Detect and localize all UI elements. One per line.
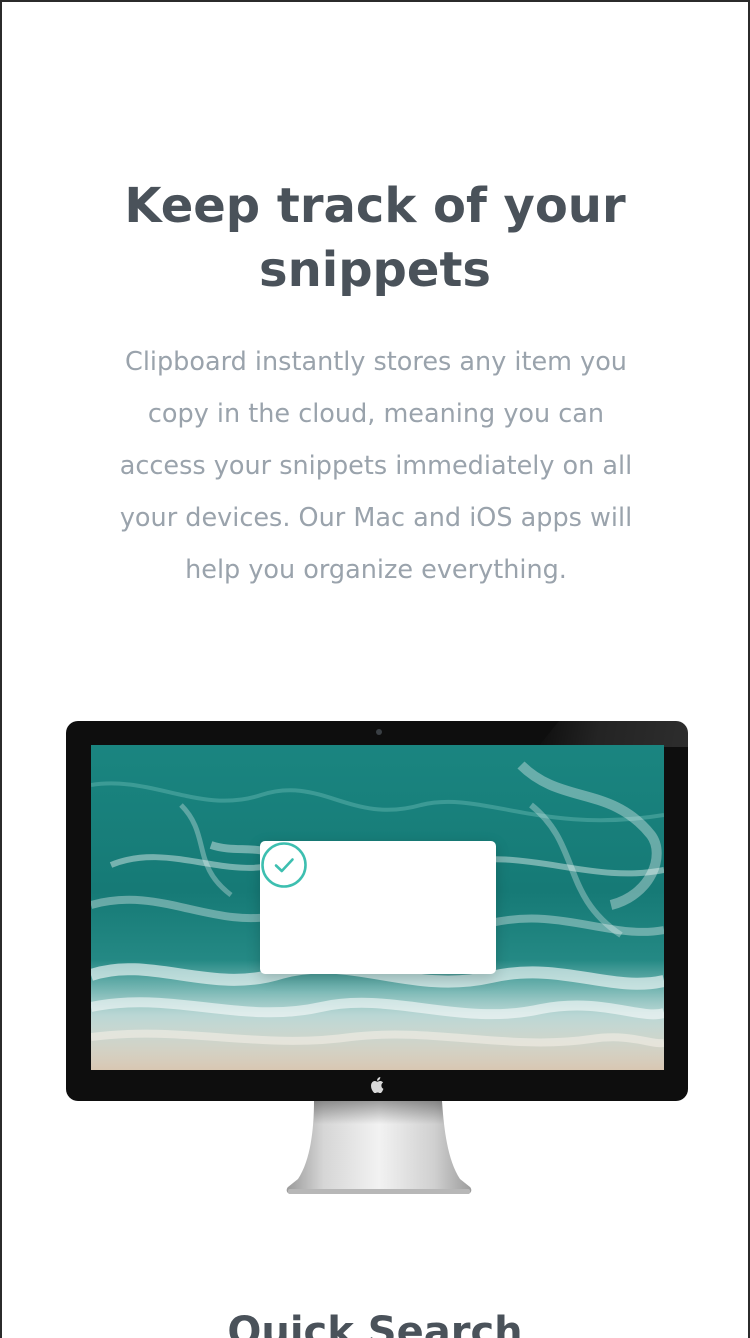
description-line: your devices. Our Mac and iOS apps will xyxy=(119,503,633,533)
description-line: Clipboard instantly stores any item you xyxy=(125,347,627,377)
page: Keep track of your snippets Clipboard in… xyxy=(0,0,750,1338)
description-line: access your snippets immediately on all xyxy=(119,451,633,481)
monitor-screen xyxy=(91,745,664,1070)
bezel-gloss xyxy=(538,721,688,747)
description-line: copy in the cloud, meaning you can xyxy=(147,399,605,429)
section-title-line-1: Keep track of your xyxy=(124,178,626,234)
next-section-title: Quick Search xyxy=(227,1309,523,1338)
confirmation-card xyxy=(260,841,496,974)
section-description: Clipboard instantly stores any item you … xyxy=(76,336,676,596)
section-title: Keep track of your snippets xyxy=(2,174,748,302)
apple-logo-icon xyxy=(371,1077,384,1093)
monitor-illustration xyxy=(66,721,688,1101)
check-circle-icon xyxy=(261,842,307,888)
description-line: help you organize everything. xyxy=(185,555,567,585)
section-title-line-2: snippets xyxy=(259,242,491,298)
camera-icon xyxy=(376,729,382,735)
monitor-bezel xyxy=(66,721,688,1101)
monitor-stand xyxy=(286,1101,472,1194)
